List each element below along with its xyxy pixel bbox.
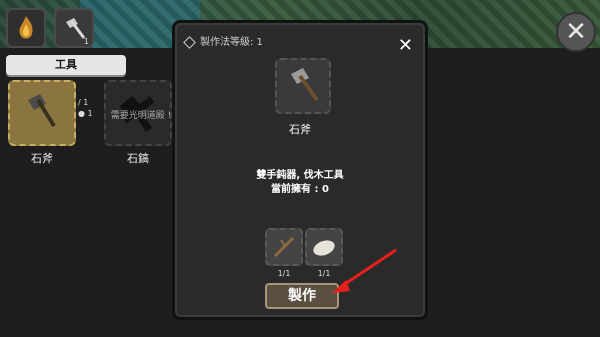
red-arrow-annotation	[332, 248, 397, 293]
